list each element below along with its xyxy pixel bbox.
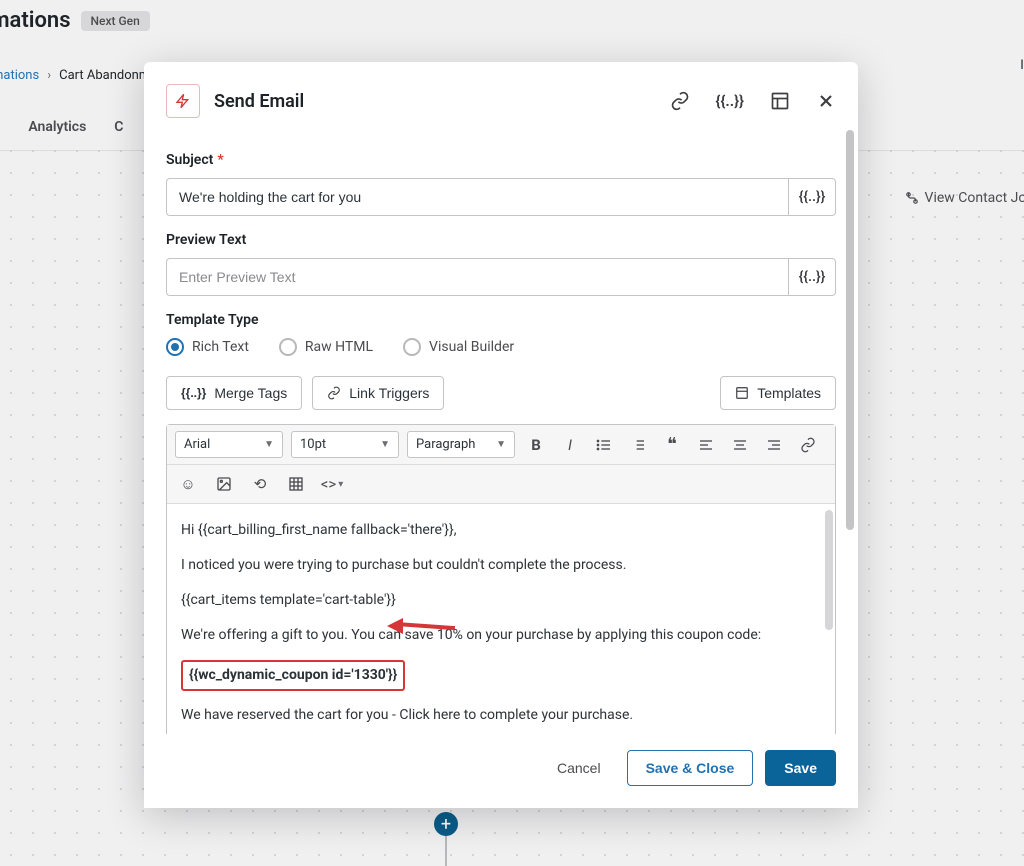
image-icon[interactable] — [211, 471, 237, 497]
coupon-merge-tag-highlight: {{wc_dynamic_coupon id='1330'}} — [181, 660, 405, 691]
editor-toolbar-row2: ☺ ⟲ <>▾ — [167, 465, 835, 504]
radio-raw-html[interactable]: Raw HTML — [279, 338, 373, 356]
link-icon[interactable] — [670, 91, 690, 111]
preview-merge-button[interactable]: {{..}} — [788, 258, 836, 296]
lightning-icon — [166, 84, 200, 118]
merge-tags-button[interactable]: {{..}} Merge Tags — [166, 376, 302, 410]
save-button[interactable]: Save — [765, 750, 836, 786]
quote-icon[interactable]: ❝ — [659, 432, 685, 458]
align-left-icon[interactable] — [693, 432, 719, 458]
editor-scrollbar[interactable] — [825, 510, 833, 630]
template-icon — [735, 386, 749, 400]
body-line: Hi {{cart_billing_first_name fallback='t… — [181, 520, 821, 541]
paragraph-format-select[interactable]: Paragraph▼ — [407, 431, 515, 458]
preview-input[interactable] — [166, 258, 788, 296]
subject-label: Subject* — [166, 152, 836, 168]
status-text: Ina — [1020, 58, 1024, 73]
editor-body[interactable]: Hi {{cart_billing_first_name fallback='t… — [167, 504, 835, 734]
save-close-button[interactable]: Save & Close — [627, 750, 754, 786]
radio-rich-text[interactable]: Rich Text — [166, 338, 249, 356]
annotation-arrow — [395, 624, 455, 628]
send-email-modal: Send Email {{..}} Subject* {{..}} Previe… — [144, 62, 858, 808]
template-type-group: Rich Text Raw HTML Visual Builder — [166, 338, 836, 356]
number-list-icon[interactable] — [625, 432, 651, 458]
align-center-icon[interactable] — [727, 432, 753, 458]
merge-tag-icon[interactable]: {{..}} — [716, 92, 744, 110]
modal-scrollbar[interactable] — [846, 130, 854, 530]
subject-merge-button[interactable]: {{..}} — [788, 178, 836, 216]
preview-label: Preview Text — [166, 232, 836, 248]
add-step-button[interactable]: + — [434, 812, 458, 836]
body-line: We're offering a gift to you. You can sa… — [181, 625, 821, 646]
body-line: I noticed you were trying to purchase bu… — [181, 555, 821, 576]
templates-button[interactable]: Templates — [720, 376, 836, 410]
subject-input[interactable] — [166, 178, 788, 216]
insert-link-icon[interactable] — [795, 432, 821, 458]
table-icon[interactable] — [283, 471, 309, 497]
source-code-icon[interactable]: <>▾ — [319, 471, 345, 497]
template-type-label: Template Type — [166, 312, 836, 328]
radio-visual-builder[interactable]: Visual Builder — [403, 338, 514, 356]
emoji-icon[interactable]: ☺ — [175, 471, 201, 497]
close-icon[interactable] — [816, 91, 836, 111]
font-size-select[interactable]: 10pt▼ — [291, 431, 399, 458]
font-family-select[interactable]: Arial▼ — [175, 431, 283, 458]
editor-toolbar-row1: Arial▼ 10pt▼ Paragraph▼ B I ❝ — [167, 425, 835, 465]
page-title: omations — [0, 8, 71, 33]
rich-text-editor: Arial▼ 10pt▼ Paragraph▼ B I ❝ ☺ — [166, 424, 836, 734]
branch-icon — [905, 191, 919, 205]
italic-icon[interactable]: I — [557, 432, 583, 458]
connector-line — [445, 836, 447, 866]
body-line: We have reserved the cart for you - Clic… — [181, 705, 821, 726]
modal-footer: Cancel Save & Close Save — [144, 734, 858, 808]
cancel-button[interactable]: Cancel — [543, 750, 615, 786]
breadcrumb-root[interactable]: mations — [0, 68, 39, 83]
merge-glyph-icon: {{..}} — [181, 386, 206, 400]
bullet-list-icon[interactable] — [591, 432, 617, 458]
chevron-right-icon: › — [47, 68, 51, 83]
clear-format-icon[interactable]: ⟲ — [247, 471, 273, 497]
align-right-icon[interactable] — [761, 432, 787, 458]
view-contact-journey-button[interactable]: View Contact Journe — [905, 190, 1024, 206]
layout-icon[interactable] — [770, 91, 790, 111]
next-gen-badge: Next Gen — [81, 11, 150, 31]
bold-icon[interactable]: B — [523, 432, 549, 458]
link-small-icon — [327, 386, 341, 400]
link-triggers-button[interactable]: Link Triggers — [312, 376, 444, 410]
modal-title: Send Email — [214, 91, 670, 112]
body-line: {{cart_items template='cart-table'}} — [181, 590, 821, 611]
modal-body: Subject* {{..}} Preview Text {{..}} Temp… — [144, 136, 858, 734]
modal-header: Send Email {{..}} — [144, 62, 858, 136]
